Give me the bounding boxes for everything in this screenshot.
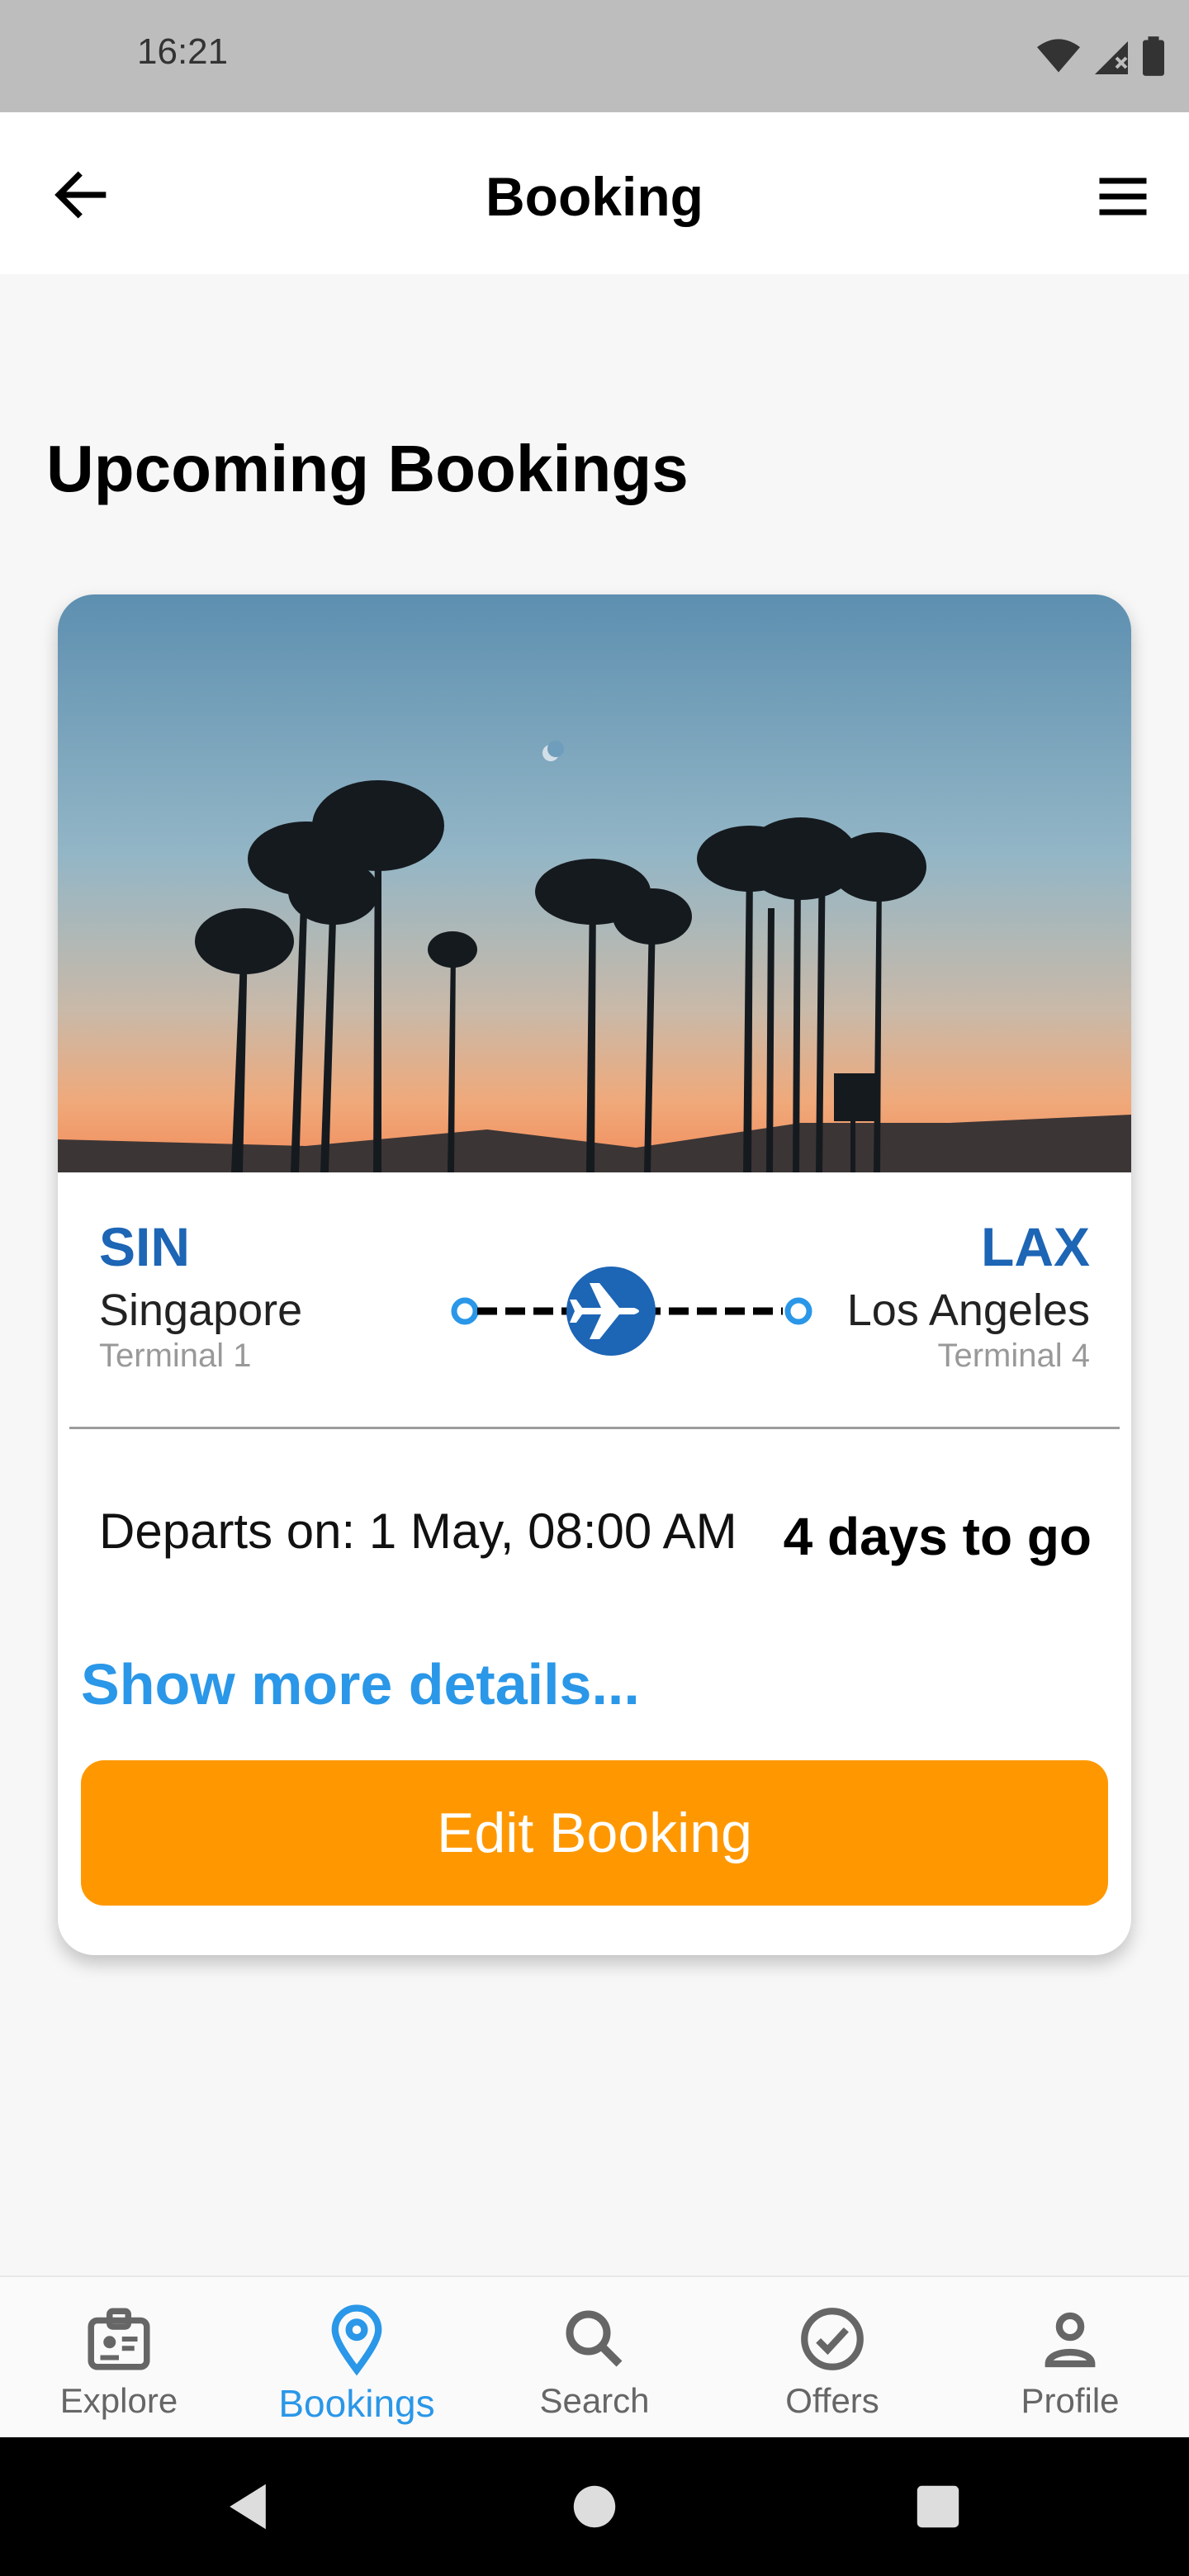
divider bbox=[69, 1427, 1120, 1429]
back-triangle-icon[interactable] bbox=[225, 2482, 271, 2531]
booking-card: SIN Singapore Terminal 1 LAX Los Angeles… bbox=[58, 594, 1131, 1955]
wifi-icon bbox=[1037, 39, 1080, 73]
nav-item-search[interactable]: Search bbox=[476, 2277, 713, 2439]
app-bar: Booking bbox=[0, 112, 1189, 274]
airplane-icon bbox=[566, 1267, 656, 1356]
nav-label: Profile bbox=[1021, 2381, 1120, 2420]
person-icon bbox=[1045, 2312, 1096, 2368]
show-more-details-link[interactable]: Show more details... bbox=[81, 1651, 640, 1717]
search-icon bbox=[566, 2310, 623, 2367]
check-circle-icon bbox=[801, 2308, 864, 2370]
nav-item-profile[interactable]: Profile bbox=[951, 2277, 1189, 2439]
section-title: Upcoming Bookings bbox=[46, 432, 689, 505]
origin-city: Singapore bbox=[99, 1286, 303, 1335]
flight-route bbox=[451, 1267, 812, 1356]
nav-label: Search bbox=[539, 2381, 650, 2420]
location-pin-icon bbox=[331, 2304, 382, 2376]
nav-label: Offers bbox=[785, 2381, 879, 2420]
nav-label: Explore bbox=[59, 2381, 178, 2420]
destination-code: LAX bbox=[981, 1216, 1090, 1277]
battery-icon bbox=[1143, 36, 1164, 76]
status-bar: 16:21 bbox=[0, 0, 1189, 112]
origin-code: SIN bbox=[99, 1216, 191, 1277]
nav-item-bookings[interactable]: Bookings bbox=[238, 2277, 476, 2439]
system-navigation-bar bbox=[0, 2437, 1189, 2576]
status-icons bbox=[1037, 31, 1164, 81]
nav-item-explore[interactable]: Explore bbox=[0, 2277, 238, 2439]
bottom-navigation: Explore Bookings Search Offers Profile bbox=[0, 2275, 1189, 2437]
hamburger-menu-icon bbox=[1099, 178, 1147, 215]
origin-terminal: Terminal 1 bbox=[99, 1338, 252, 1374]
destination-terminal: Terminal 4 bbox=[937, 1338, 1090, 1374]
destination-photo bbox=[58, 594, 1131, 1172]
menu-button[interactable] bbox=[1092, 165, 1154, 228]
page-title: Booking bbox=[486, 166, 703, 227]
nav-item-offers[interactable]: Offers bbox=[713, 2277, 951, 2439]
destination-city: Los Angeles bbox=[846, 1286, 1090, 1335]
nav-label: Bookings bbox=[278, 2382, 435, 2425]
days-remaining: 4 days to go bbox=[783, 1507, 1092, 1566]
id-badge-icon bbox=[88, 2308, 150, 2370]
edit-booking-button[interactable]: Edit Booking bbox=[81, 1760, 1108, 1906]
home-circle-icon[interactable] bbox=[571, 2484, 618, 2530]
signal-icon bbox=[1095, 41, 1128, 74]
recents-square-icon[interactable] bbox=[915, 2484, 961, 2530]
departure-time: Departs on: 1 May, 08:00 AM bbox=[99, 1503, 737, 1559]
status-time: 16:21 bbox=[137, 31, 229, 72]
